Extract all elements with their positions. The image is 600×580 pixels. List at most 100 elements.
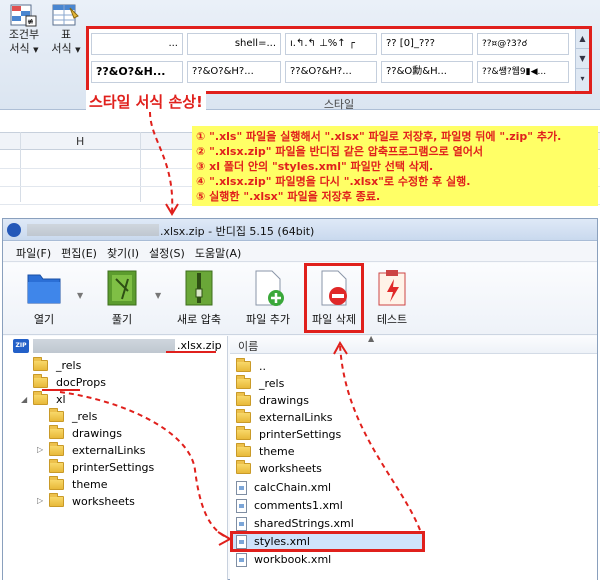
folder-icon xyxy=(236,392,251,406)
new-archive-button[interactable]: 새로 압축 xyxy=(171,269,227,331)
folder-icon xyxy=(236,375,251,389)
extract-button[interactable]: 풀기 xyxy=(95,269,149,331)
add-file-button[interactable]: 파일 추가 xyxy=(239,269,297,331)
list-item[interactable]: calcChain.xml xyxy=(236,479,331,496)
delete-button-highlight xyxy=(304,263,364,333)
conditional-format-button[interactable]: 조건부 서식 ▼ xyxy=(4,28,44,57)
open-button[interactable]: 열기 xyxy=(17,269,71,331)
scroll-down-icon[interactable]: ▼ xyxy=(576,49,589,69)
collapse-icon[interactable]: ◢ xyxy=(21,395,27,404)
list-item[interactable]: sharedStrings.xml xyxy=(236,515,354,532)
chevron-down-icon: ▼ xyxy=(75,46,81,54)
column-h-header[interactable]: H xyxy=(76,135,86,148)
menu-edit[interactable]: 편집(E) xyxy=(56,242,102,261)
extract-dropdown-icon[interactable]: ▼ xyxy=(155,291,161,300)
style-item[interactable]: shell=... xyxy=(187,33,281,55)
window-title: .xlsx.zip - 반디집 5.15 (64bit) xyxy=(160,225,315,238)
table-format-icon xyxy=(52,4,80,28)
menu-help[interactable]: 도움말(A) xyxy=(190,242,246,261)
folder-icon xyxy=(236,409,251,423)
instruction-step: ④ ".xlsx.zip" 파일명을 다시 ".xlsx"로 수정한 후 실행. xyxy=(196,175,471,188)
style-item[interactable]: ı.↰.↰ ⊥%↑ ┌ xyxy=(285,33,377,55)
sort-asc-icon: ▲ xyxy=(368,334,375,343)
style-item[interactable]: ??&쌩?웹9▮◀... xyxy=(477,61,569,83)
expand-icon[interactable]: ▷ xyxy=(37,496,43,505)
tree-item-drawings[interactable]: drawings xyxy=(49,425,122,442)
svg-text:≢: ≢ xyxy=(27,17,34,26)
tree-root-name: .xlsx.zip xyxy=(177,339,222,352)
redacted-filename xyxy=(33,339,175,353)
style-item[interactable]: ?? [0]_??? xyxy=(381,33,473,55)
file-list-pane: 이름 ▲ .. _rels drawings externalLinks pri… xyxy=(230,334,597,580)
tree-item-printersettings[interactable]: printerSettings xyxy=(49,459,154,476)
instruction-step: ① ".xls" 파일을 실행해서 ".xlsx" 파일로 저장후, 파일명 뒤… xyxy=(196,130,562,143)
window-titlebar[interactable]: .xlsx.zip - 반디집 5.15 (64bit) xyxy=(3,219,597,241)
instruction-note: ① ".xls" 파일을 실행해서 ".xlsx" 파일로 저장후, 파일명 뒤… xyxy=(192,126,598,206)
folder-icon xyxy=(49,476,64,490)
folder-icon xyxy=(49,493,64,507)
expand-icon[interactable]: ▷ xyxy=(37,445,43,454)
list-item[interactable]: worksheets xyxy=(236,460,322,477)
tree-item-externallinks[interactable]: externalLinks xyxy=(49,442,146,459)
test-button[interactable]: 테스트 xyxy=(369,269,415,331)
zip-file-icon: ZIP xyxy=(13,339,29,353)
list-item-styles-xml[interactable]: styles.xml xyxy=(236,533,310,550)
list-item-parent[interactable]: .. xyxy=(236,358,266,375)
tree-item-xl[interactable]: xl xyxy=(33,391,66,408)
menu-find[interactable]: 찾기(I) xyxy=(102,242,144,261)
xml-file-icon xyxy=(236,552,247,567)
style-item[interactable]: ??&O?&H?... xyxy=(285,61,377,83)
scroll-up-icon[interactable]: ▲ xyxy=(576,29,589,49)
list-item[interactable]: _rels xyxy=(236,375,284,392)
list-item[interactable]: theme xyxy=(236,443,295,460)
xml-file-icon xyxy=(236,498,247,513)
conditional-format-icon: ≢ xyxy=(10,4,38,28)
instruction-step: ⑤ 실행한 ".xlsx" 파일을 저장후 종료. xyxy=(196,190,381,203)
tree-item-rels[interactable]: _rels xyxy=(33,357,81,374)
folder-icon xyxy=(236,426,251,440)
style-item[interactable]: ??&O?&H?... xyxy=(187,61,281,83)
tree-root-archive[interactable]: ZIP .xlsx.zip xyxy=(11,339,223,355)
folder-icon xyxy=(33,357,48,371)
tree-item-worksheets[interactable]: worksheets xyxy=(49,493,135,510)
tree-item-theme[interactable]: theme xyxy=(49,476,108,493)
list-item[interactable]: printerSettings xyxy=(236,426,341,443)
folder-icon xyxy=(236,358,251,372)
folder-icon xyxy=(33,374,48,388)
folder-icon xyxy=(236,460,251,474)
list-item[interactable]: drawings xyxy=(236,392,309,409)
damage-warning-label: 스타일 서식 손상! xyxy=(86,90,206,113)
open-dropdown-icon[interactable]: ▼ xyxy=(77,291,83,300)
folder-icon xyxy=(49,408,64,422)
table-format-button[interactable]: 표 서식 ▼ xyxy=(46,28,86,57)
cell-styles-gallery: ... shell=... ı.↰.↰ ⊥%↑ ┌ ?? [0]_??? ??¤… xyxy=(86,26,592,94)
folder-icon xyxy=(49,425,64,439)
folder-tree-pane: ZIP .xlsx.zip _rels docProps ◢ xl _rels … xyxy=(3,336,228,580)
list-item[interactable]: workbook.xml xyxy=(236,551,331,568)
tree-item-docprops[interactable]: docProps xyxy=(33,374,106,391)
list-item[interactable]: comments1.xml xyxy=(236,497,343,514)
style-item[interactable]: ??&O勳&H... xyxy=(381,61,473,83)
xml-file-icon xyxy=(236,480,247,495)
add-file-icon xyxy=(250,269,286,307)
xml-file-icon xyxy=(236,516,247,531)
tree-item-xl-rels[interactable]: _rels xyxy=(49,408,97,425)
chevron-down-icon: ▼ xyxy=(33,46,39,54)
folder-icon xyxy=(49,459,64,473)
gallery-more-icon[interactable]: ▾ xyxy=(576,69,589,89)
toolbar: 열기 ▼ 풀기 ▼ 새로 압축 파일 추가 파일 삭제 테스트 xyxy=(3,263,597,335)
extract-icon xyxy=(104,269,140,307)
style-item[interactable]: ??&O?&H... xyxy=(91,61,183,83)
list-item[interactable]: externalLinks xyxy=(236,409,333,426)
xml-file-icon xyxy=(236,534,247,549)
menu-settings[interactable]: 설정(S) xyxy=(144,242,190,261)
name-column-header[interactable]: 이름 ▲ xyxy=(230,334,597,354)
open-folder-icon xyxy=(26,269,62,307)
instruction-step: ③ xl 폴더 안의 "styles.xml" 파일만 선택 삭제. xyxy=(196,160,434,173)
style-item[interactable]: ??¤@?3?☌ xyxy=(477,33,569,55)
gallery-scrollbar[interactable]: ▲ ▼ ▾ xyxy=(575,29,589,91)
new-archive-icon xyxy=(181,269,217,307)
test-icon xyxy=(374,269,410,307)
style-item[interactable]: ... xyxy=(91,33,183,55)
menu-file[interactable]: 파일(F) xyxy=(11,242,56,261)
